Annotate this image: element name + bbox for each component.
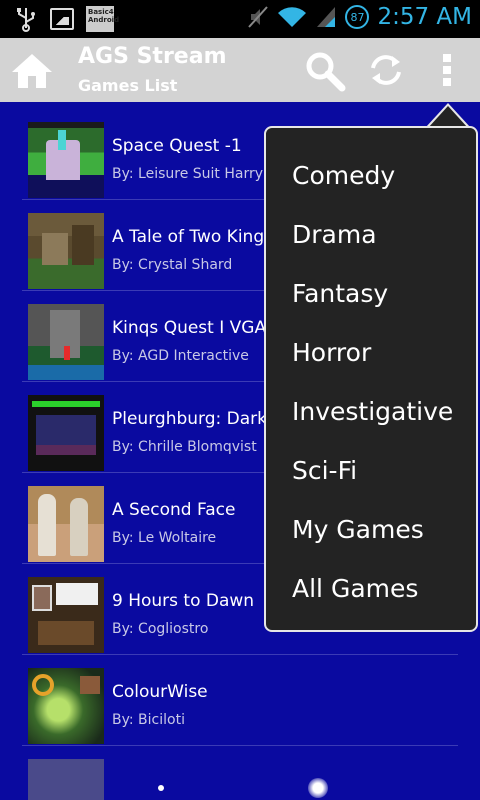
game-thumbnail [28,122,104,198]
game-title: Kinqs Quest I VGA F [112,318,282,338]
game-author: By: Crystal Shard [112,257,233,273]
scroll-glow-indicator [308,778,328,798]
page-indicator-dot [158,785,164,791]
menu-item-drama[interactable]: Drama [266,205,476,264]
menu-item-my-games[interactable]: My Games [266,500,476,559]
status-clock: 2:57 AM [377,4,472,30]
list-item[interactable] [22,747,458,800]
refresh-icon[interactable] [364,48,408,92]
menu-item-investigative[interactable]: Investigative [266,382,476,441]
game-title: A Tale of Two Kingo [112,227,275,247]
game-thumbnail [28,304,104,380]
game-title: Pleurghburg: Dark A [112,409,285,429]
game-thumbnail [28,759,104,800]
game-title: 9 Hours to Dawn [112,591,255,611]
overflow-menu-icon[interactable] [432,48,462,92]
game-author: By: Chrille Blomqvist [112,439,257,455]
game-author: By: AGD Interactive [112,348,249,364]
game-thumbnail [28,486,104,562]
game-thumbnail [28,395,104,471]
image-icon [50,8,74,30]
home-icon[interactable] [8,46,56,94]
mute-icon [248,6,269,28]
list-item[interactable]: ColourWise By: Biciloti [22,656,458,746]
game-author: By: Le Woltaire [112,530,217,546]
menu-item-all-games[interactable]: All Games [266,559,476,618]
notification-icons: Basic4 Android [14,6,119,32]
action-bar: AGS Stream Games List [0,38,480,102]
signal-icon [317,7,336,27]
genre-dropdown-menu: Comedy Drama Fantasy Horror Investigativ… [264,126,478,632]
status-bar: Basic4 Android 87 2:57 AM [0,0,480,38]
wifi-icon [278,7,307,27]
menu-pointer-fill [428,106,468,128]
basic4android-icon: Basic4 Android [86,6,119,32]
menu-item-fantasy[interactable]: Fantasy [266,264,476,323]
app-subtitle: Games List [78,76,178,95]
game-title: ColourWise [112,682,208,702]
battery-icon: 87 [345,5,370,29]
menu-item-horror[interactable]: Horror [266,323,476,382]
game-title: A Second Face [112,500,236,520]
system-icons: 87 2:57 AM [247,4,472,30]
game-author: By: Cogliostro [112,621,209,637]
search-icon[interactable] [302,48,346,92]
app-title: AGS Stream [78,44,227,69]
game-author: By: Biciloti [112,712,185,728]
game-author: By: Leisure Suit Harry [112,166,264,182]
usb-icon [17,8,35,32]
menu-item-comedy[interactable]: Comedy [266,146,476,205]
game-thumbnail [28,577,104,653]
game-title: Space Quest -1 [112,136,242,156]
game-thumbnail [28,213,104,289]
game-thumbnail [28,668,104,744]
menu-item-sci-fi[interactable]: Sci-Fi [266,441,476,500]
